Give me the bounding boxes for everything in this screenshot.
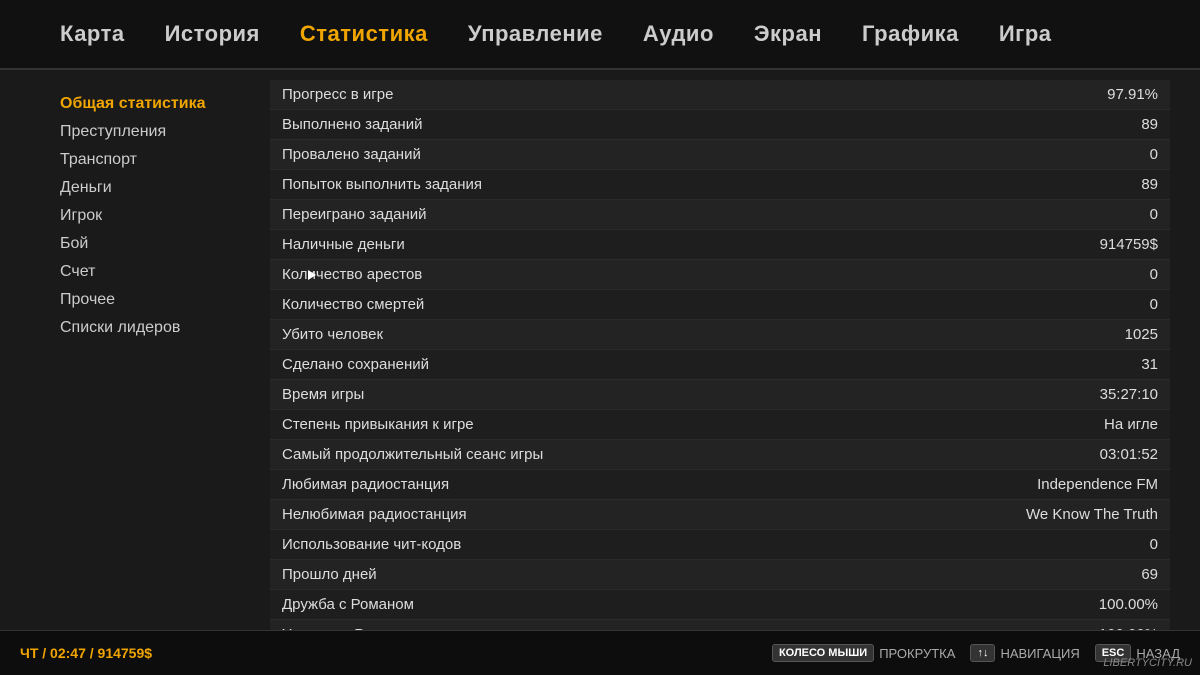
stat-label: Провалено заданий [282, 146, 421, 163]
nav-grafika[interactable]: Графика [862, 21, 959, 47]
stat-label: Выполнено заданий [282, 116, 422, 133]
sidebar-item-spiski[interactable]: Списки лидеров [60, 314, 240, 342]
stat-label: Прошло дней [282, 566, 377, 583]
table-row: Время игры 35:27:10 [270, 380, 1170, 410]
stat-value: 914759$ [998, 236, 1158, 253]
stat-label: Сделано сохранений [282, 356, 429, 373]
stat-value: 97.91% [998, 86, 1158, 103]
sidebar-item-prestupleniya[interactable]: Преступления [60, 118, 240, 146]
stat-label: Самый продолжительный сеанс игры [282, 446, 543, 463]
table-row: Переиграно заданий 0 [270, 200, 1170, 230]
nav-key-badge: ↑↓ [970, 644, 995, 662]
table-row: Выполнено заданий 89 [270, 110, 1170, 140]
status-left-text: ЧТ / 02:47 / 914759$ [20, 645, 152, 661]
table-row: Дружба с Романом 100.00% [270, 590, 1170, 620]
stat-label: Убито человек [282, 326, 383, 343]
table-row: Использование чит-кодов 0 [270, 530, 1170, 560]
table-row: Самый продолжительный сеанс игры 03:01:52 [270, 440, 1170, 470]
stat-label: Любимая радиостанция [282, 476, 449, 493]
table-row: Любимая радиостанция Independence FM [270, 470, 1170, 500]
stat-value: 69 [998, 566, 1158, 583]
stat-value: 03:01:52 [998, 446, 1158, 463]
stat-label: Количество арестов [282, 266, 422, 283]
sidebar-item-prochee[interactable]: Прочее [60, 286, 240, 314]
hint-scroll: КОЛЕСО МЫШИ ПРОКРУТКА [772, 644, 955, 662]
stat-label: Наличные деньги [282, 236, 405, 253]
stat-label: Попыток выполнить задания [282, 176, 482, 193]
stat-label: Переиграно заданий [282, 206, 427, 223]
status-bar: ЧТ / 02:47 / 914759$ КОЛЕСО МЫШИ ПРОКРУТ… [0, 630, 1200, 675]
stat-label: Использование чит-кодов [282, 536, 461, 553]
main-content: Общая статистика Преступления Транспорт … [0, 70, 1200, 630]
scroll-key-badge: КОЛЕСО МЫШИ [772, 644, 874, 662]
table-row: Провалено заданий 0 [270, 140, 1170, 170]
sidebar-item-transport[interactable]: Транспорт [60, 146, 240, 174]
stat-label: Количество смертей [282, 296, 424, 313]
sidebar-item-boy[interactable]: Бой [60, 230, 240, 258]
nav-action-label: НАВИГАЦИЯ [1000, 646, 1079, 661]
stat-value: 0 [998, 266, 1158, 283]
stat-value: На игле [998, 416, 1158, 433]
stat-value: 1025 [998, 326, 1158, 343]
nav-ekran[interactable]: Экран [754, 21, 822, 47]
sidebar-item-obshaya[interactable]: Общая статистика [60, 90, 240, 118]
stat-value: 0 [998, 536, 1158, 553]
stat-value: 89 [998, 176, 1158, 193]
nav-karta[interactable]: Карта [60, 21, 125, 47]
table-row: Степень привыкания к игре На игле [270, 410, 1170, 440]
stat-value: 31 [998, 356, 1158, 373]
sidebar: Общая статистика Преступления Транспорт … [0, 70, 260, 630]
sidebar-item-schet[interactable]: Счет [60, 258, 240, 286]
stat-label: Нелюбимая радиостанция [282, 506, 467, 523]
stat-value: 0 [998, 206, 1158, 223]
stat-value: 0 [998, 296, 1158, 313]
nav-igra[interactable]: Игра [999, 21, 1052, 47]
nav-istoriya[interactable]: История [165, 21, 260, 47]
hint-nav: ↑↓ НАВИГАЦИЯ [970, 644, 1079, 662]
stat-value: We Know The Truth [998, 506, 1158, 523]
stat-label: Прогресс в игре [282, 86, 393, 103]
stat-value: Independence FM [998, 476, 1158, 493]
nav-audio[interactable]: Аудио [643, 21, 714, 47]
stat-label: Дружба с Романом [282, 596, 414, 613]
stat-value: 35:27:10 [998, 386, 1158, 403]
stat-value: 0 [998, 146, 1158, 163]
sidebar-item-igrok[interactable]: Игрок [60, 202, 240, 230]
table-row: Прошло дней 69 [270, 560, 1170, 590]
table-row: Прогресс в игре 97.91% [270, 80, 1170, 110]
table-row: Сделано сохранений 31 [270, 350, 1170, 380]
scroll-action-label: ПРОКРУТКА [879, 646, 955, 661]
nav-upravlenie[interactable]: Управление [468, 21, 603, 47]
stat-label: Степень привыкания к игре [282, 416, 474, 433]
table-row: Нелюбимая радиостанция We Know The Truth [270, 500, 1170, 530]
cursor-arrow [308, 270, 316, 280]
table-row: Количество арестов 0 [270, 260, 1170, 290]
top-nav: Карта История Статистика Управление Ауди… [0, 0, 1200, 70]
table-row: Убито человек 1025 [270, 320, 1170, 350]
stat-value: 100.00% [998, 596, 1158, 613]
table-row: Наличные деньги 914759$ [270, 230, 1170, 260]
sidebar-item-dengi[interactable]: Деньги [60, 174, 240, 202]
stats-panel: Прогресс в игре 97.91% Выполнено заданий 89… [260, 70, 1200, 630]
table-row: Количество смертей 0 [270, 290, 1170, 320]
stat-value: 89 [998, 116, 1158, 133]
watermark: LIBERTYCITY.RU [1103, 657, 1192, 669]
table-row: Уважение Романа100.00% [270, 620, 1170, 630]
nav-statistika[interactable]: Статистика [300, 21, 428, 47]
stat-label: Время игры [282, 386, 364, 403]
table-row: Попыток выполнить задания 89 [270, 170, 1170, 200]
